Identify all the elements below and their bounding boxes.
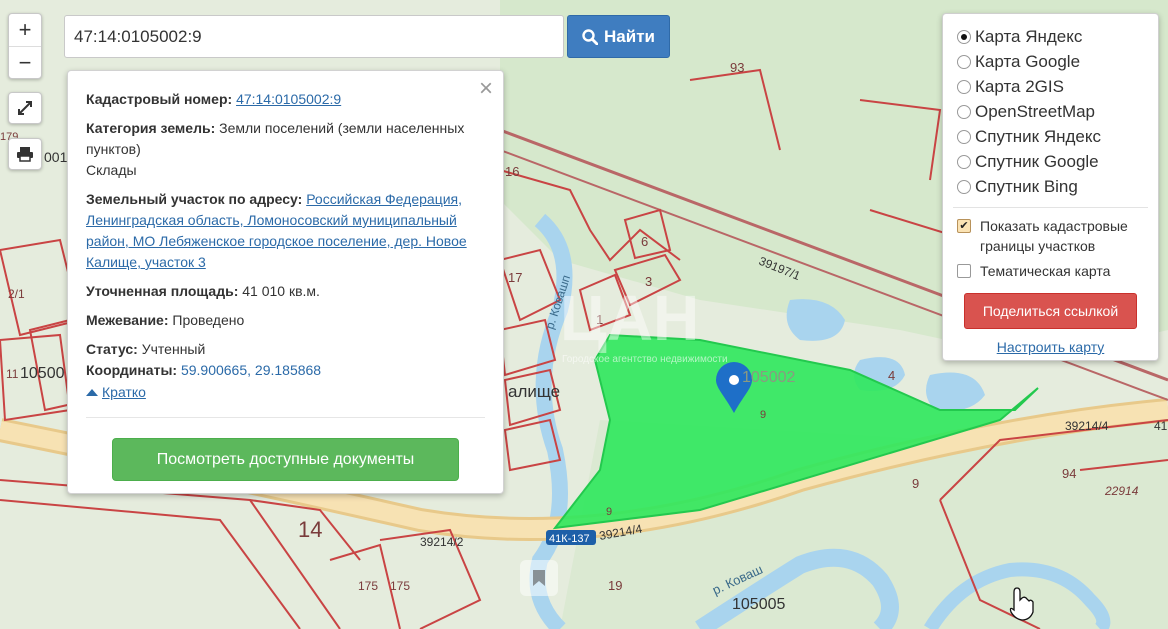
show-boundaries-checkbox-row[interactable]: ✔ Показать кадастровые границы участков [957,216,1144,256]
radio-button[interactable] [957,29,971,44]
radio-button[interactable] [957,79,971,94]
road-label: 41 [1154,419,1168,433]
map-layers-panel: Карта Яндекс Карта Google Карта 2GIS Ope… [942,13,1159,361]
map-label: 9 [606,506,612,518]
layer-option-google-map[interactable]: Карта Google [957,49,1144,74]
map-label: 2/1 [8,287,25,301]
layer-options-list: Карта Яндекс Карта Google Карта 2GIS Ope… [957,24,1144,199]
radio-button[interactable] [957,129,971,144]
print-button[interactable] [8,138,42,170]
map-label: 94 [1062,466,1076,481]
layer-option-google-satellite[interactable]: Спутник Google [957,149,1144,174]
expand-icon [18,101,32,115]
survey-value: Проведено [172,312,245,328]
layer-option-label: Спутник Google [975,151,1099,171]
layer-option-bing-satellite[interactable]: Спутник Bing [957,174,1144,199]
map-label: 105002 [742,369,795,386]
map-label: 16 [505,164,519,179]
status-label: Статус: [86,341,138,357]
layer-option-label: OpenStreetMap [975,101,1096,121]
divider [86,416,485,418]
map-label: 4 [888,368,895,383]
close-icon[interactable]: × [479,77,493,101]
zoom-out-button[interactable]: − [9,46,41,78]
zoom-control: + − [8,13,42,79]
layer-option-yandex-satellite[interactable]: Спутник Яндекс [957,124,1144,149]
map-label: 175 [390,579,410,593]
map-label: 10500 [20,365,65,382]
map-label: 11 [6,367,19,381]
zoom-in-button[interactable]: + [9,14,41,46]
survey-row: Межевание: Проведено [86,310,485,331]
svg-text:41К-137: 41К-137 [549,533,590,545]
land-category-row: Категория земель: Земли поселений (земли… [86,118,485,181]
road-label: 39214/4 [1065,419,1109,433]
map-label: 19 [608,578,622,593]
road-label: 39214/2 [420,535,464,549]
search-button[interactable]: Найти [567,15,670,58]
coordinates-value: 59.900665, 29.185868 [180,362,322,378]
view-documents-button[interactable]: Посмотреть доступные документы [112,438,459,481]
bookmark-icon[interactable] [520,560,558,596]
area-label: Уточненная площадь: [86,283,239,299]
map-label: 22914 [1104,484,1139,498]
map-label: 105005 [732,596,785,613]
layer-option-label: Карта Яндекс [975,26,1083,46]
map-label: 14 [298,517,322,542]
coordinates-label: Координаты: [86,362,178,378]
share-link-button[interactable]: Поделиться ссылкой [964,293,1137,329]
show-boundaries-checkbox[interactable]: ✔ [957,219,971,233]
layer-option-label: Карта Google [975,51,1081,71]
map-label: 175 [358,579,378,593]
address-label: Земельный участок по адресу: [86,191,303,207]
brief-toggle[interactable]: Кратко [86,382,146,403]
address-row: Земельный участок по адресу: Российская … [86,189,485,273]
radio-button[interactable] [957,54,971,69]
survey-label: Межевание: [86,312,169,328]
thematic-map-checkbox[interactable] [957,264,971,278]
map-label: 93 [730,60,744,75]
road-shield: 41К-137 [546,530,596,545]
layer-option-label: Спутник Яндекс [975,126,1101,146]
show-boundaries-label: Показать кадастровые границы участков [980,218,1128,254]
area-value: 41 010 кв.м. [242,283,320,299]
cadastral-number-link[interactable]: 47:14:0105002:9 [236,91,341,107]
caret-up-icon [86,389,98,396]
fullscreen-button[interactable] [8,92,42,124]
map-label: 9 [760,409,766,421]
layer-option-openstreetmap[interactable]: OpenStreetMap [957,99,1144,124]
radio-button[interactable] [957,104,971,119]
layer-option-label: Спутник Bing [975,176,1078,196]
brief-toggle-label: Кратко [102,383,146,400]
land-category-label: Категория земель: [86,120,216,136]
search-icon [582,28,599,45]
land-use-value: Склады [86,162,137,178]
search-button-label: Найти [604,26,655,46]
settlement-label: алище [508,382,560,401]
layer-option-label: Карта 2GIS [975,76,1064,96]
coordinates-row: Координаты: 59.900665, 29.185868 [86,360,485,381]
radio-button[interactable] [957,179,971,194]
printer-icon [17,147,33,162]
watermark-subtitle: Городское агентство недвижимости [562,354,728,365]
radio-button[interactable] [957,154,971,169]
map-label: 17 [508,270,522,285]
watermark: ЦАН [560,282,699,354]
status-value: Учтенный [141,341,206,357]
search-input[interactable] [64,15,564,58]
configure-map-link[interactable]: Настроить карту [957,339,1144,355]
area-row: Уточненная площадь: 41 010 кв.м. [86,281,485,302]
map-label: 6 [641,234,648,249]
status-row: Статус: Учтенный [86,339,485,360]
thematic-map-label: Тематическая карта [980,263,1111,279]
cadastral-number-label: Кадастровый номер: [86,91,233,107]
map-label: 9 [912,476,919,491]
layer-option-yandex-map[interactable]: Карта Яндекс [957,24,1144,49]
map-label: 001 [44,149,68,165]
cadastral-number-row: Кадастровый номер: 47:14:0105002:9 [86,89,485,110]
layer-option-2gis-map[interactable]: Карта 2GIS [957,74,1144,99]
divider [953,207,1148,208]
parcel-info-panel: × Кадастровый номер: 47:14:0105002:9 Кат… [67,70,504,494]
thematic-map-checkbox-row[interactable]: Тематическая карта [957,261,1144,281]
